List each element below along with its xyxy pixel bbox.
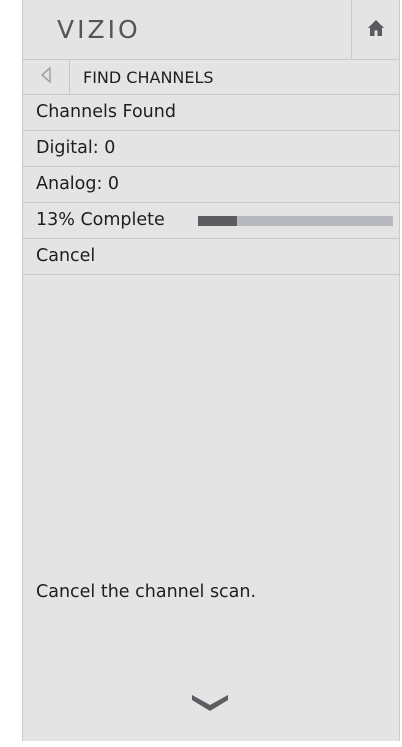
chevron-down-icon — [191, 695, 229, 717]
back-button[interactable] — [23, 60, 70, 94]
menu-item-analog: Analog: 0 — [23, 167, 399, 203]
menu-item-progress: 13% Complete — [23, 203, 399, 239]
back-arrow-icon — [39, 66, 53, 88]
brand-logo: VIZIO — [57, 15, 141, 44]
menu-item-digital: Digital: 0 — [23, 131, 399, 167]
settings-panel: VIZIO FIND CHANNELS Channels Found Digit… — [22, 0, 400, 741]
tv-menu-screen: VIZIO FIND CHANNELS Channels Found Digit… — [0, 0, 402, 747]
scan-progress-bar — [198, 216, 393, 226]
analog-count-label: Analog: 0 — [36, 174, 120, 194]
home-button[interactable] — [351, 0, 399, 59]
menu-item-cancel[interactable]: Cancel — [23, 239, 399, 275]
scan-progress-fill — [198, 216, 237, 226]
help-text: Cancel the channel scan. — [36, 582, 257, 602]
digital-count-label: Digital: 0 — [36, 138, 116, 158]
page-title: FIND CHANNELS — [83, 68, 214, 87]
home-icon — [366, 18, 386, 42]
scroll-down-button[interactable] — [191, 693, 229, 717]
menu-item-channels-found: Channels Found — [23, 95, 399, 131]
cancel-label: Cancel — [36, 246, 96, 266]
breadcrumb-bar: FIND CHANNELS — [23, 60, 399, 95]
panel-header: VIZIO — [23, 0, 399, 60]
channels-found-label: Channels Found — [36, 102, 176, 122]
progress-label: 13% Complete — [36, 210, 165, 230]
